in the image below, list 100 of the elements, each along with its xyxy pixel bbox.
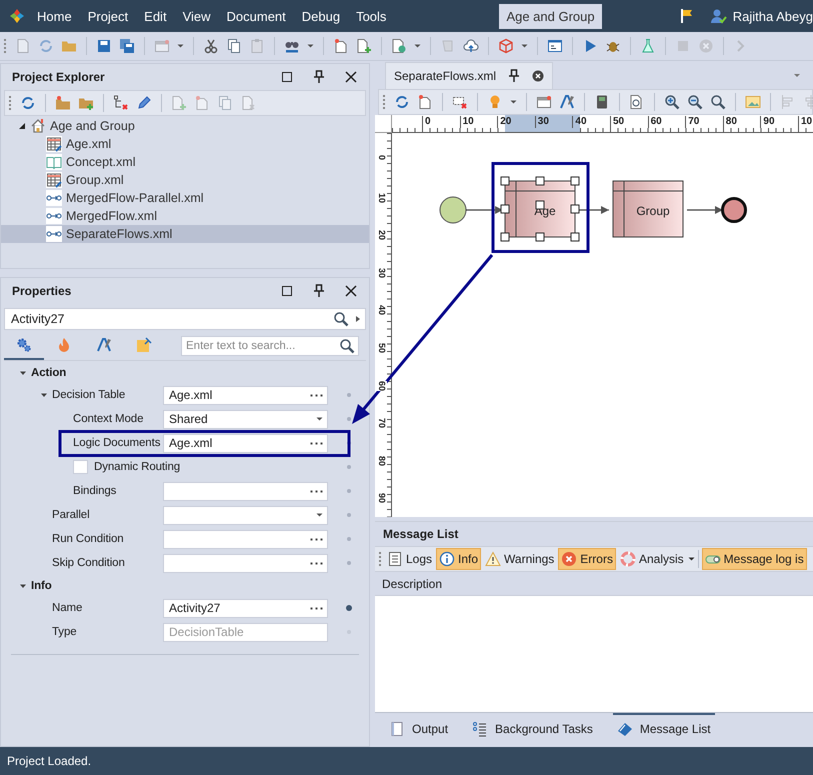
dropdown-caret-icon[interactable] xyxy=(177,44,184,48)
table-file-icon xyxy=(46,136,62,152)
ruler-label: 20 xyxy=(497,116,512,128)
dropdown[interactable]: Shared xyxy=(163,410,328,428)
zoom-in-icon[interactable] xyxy=(664,94,680,110)
save-all-icon[interactable] xyxy=(119,38,135,54)
cut-icon[interactable] xyxy=(203,38,219,54)
object-selector[interactable]: Activity27 xyxy=(4,308,366,330)
collapse-arrow-icon[interactable] xyxy=(40,391,48,399)
zoom-icon[interactable] xyxy=(710,94,726,110)
menu-item[interactable]: Document xyxy=(218,8,294,24)
tree-row[interactable]: Age.xml xyxy=(1,135,369,153)
value-field[interactable] xyxy=(163,554,328,572)
tree-row[interactable]: Group.xml xyxy=(1,171,369,189)
document-lines-icon xyxy=(387,551,403,567)
close-icon[interactable] xyxy=(343,283,359,299)
flag-icon[interactable] xyxy=(678,8,695,24)
column-header[interactable]: Description xyxy=(382,576,442,590)
menu-item[interactable]: Debug xyxy=(294,8,348,24)
property-label: Bindings xyxy=(73,485,116,497)
expand-arrow-icon[interactable] xyxy=(18,122,26,130)
tab-menu-caret-icon[interactable] xyxy=(793,72,801,80)
save-icon[interactable] xyxy=(96,38,112,54)
pin-icon[interactable] xyxy=(311,283,327,299)
zoom-out-icon[interactable] xyxy=(687,94,703,110)
user-icon[interactable] xyxy=(710,8,727,24)
panel-tab[interactable]: Background Tasks xyxy=(468,713,597,742)
dropdown-caret-icon[interactable] xyxy=(414,44,421,48)
tree-row[interactable]: SeparateFlows.xml xyxy=(1,225,369,243)
user-name[interactable]: Rajitha Abeyg xyxy=(732,8,813,24)
notebook-icon xyxy=(389,720,405,736)
ellipsis-icon xyxy=(310,606,323,610)
arrow-right-icon[interactable] xyxy=(355,315,361,323)
collapse-arrow-icon[interactable] xyxy=(19,582,27,590)
collapse-arrow-icon[interactable] xyxy=(19,368,27,376)
pencil-icon[interactable] xyxy=(136,95,152,111)
value-field[interactable]: Age.xml xyxy=(163,434,328,452)
book-icon[interactable] xyxy=(594,94,610,110)
tree-row[interactable]: MergedFlow.xml xyxy=(1,207,369,225)
add-document-icon[interactable] xyxy=(356,38,372,54)
layout-icon[interactable] xyxy=(536,94,552,110)
close-icon[interactable] xyxy=(343,69,359,85)
value-field[interactable]: Age.xml xyxy=(163,386,328,404)
search-icon xyxy=(339,338,355,354)
menu-item[interactable]: Tools xyxy=(348,8,394,24)
category-label: Info xyxy=(31,580,52,592)
menu-item[interactable]: Edit xyxy=(136,8,175,24)
panel-tab[interactable]: Message List xyxy=(612,713,715,742)
filter-button[interactable]: Logs xyxy=(384,548,436,570)
dropdown-caret-icon[interactable] xyxy=(307,44,314,48)
search-field[interactable]: Enter text to search... xyxy=(181,336,359,356)
value-field[interactable] xyxy=(163,530,328,548)
project-icon xyxy=(30,118,46,134)
checkbox[interactable] xyxy=(73,460,88,474)
panel-title: Message List xyxy=(383,527,458,541)
panel-tab[interactable]: Output xyxy=(385,713,452,742)
filter-button[interactable]: Info xyxy=(436,548,482,570)
menu-item[interactable]: View xyxy=(174,8,219,24)
copy-icon[interactable] xyxy=(226,38,242,54)
search-icon xyxy=(333,311,349,327)
dropdown-caret-icon[interactable] xyxy=(521,44,528,48)
flask-icon[interactable] xyxy=(640,38,656,54)
new-document-icon[interactable] xyxy=(417,94,433,110)
ruler-label: 60 xyxy=(648,116,662,128)
end-event[interactable] xyxy=(721,197,747,223)
document-tab[interactable]: SeparateFlows.xml xyxy=(385,62,554,89)
filter-button[interactable]: Errors xyxy=(558,548,616,570)
text-style-icon[interactable] xyxy=(559,94,575,110)
delete-selection-icon[interactable] xyxy=(452,94,468,110)
ruler-label: 80 xyxy=(722,116,737,128)
undo-icon[interactable] xyxy=(394,94,410,110)
dropdown-caret-icon[interactable] xyxy=(510,100,517,104)
new-document-icon[interactable] xyxy=(333,38,349,54)
cloud-upload-icon[interactable] xyxy=(463,38,479,54)
maximize-icon[interactable] xyxy=(279,69,295,85)
console-icon[interactable] xyxy=(547,38,563,54)
value-field[interactable]: Activity27 xyxy=(163,598,328,618)
open-book-icon xyxy=(46,154,62,170)
menu-item[interactable]: Home xyxy=(29,8,80,24)
value-field[interactable] xyxy=(163,482,328,500)
flame-icon xyxy=(56,337,72,353)
close-icon[interactable] xyxy=(532,70,544,82)
menu-item[interactable]: Project xyxy=(80,8,136,24)
tree-item[interactable]: Age and Group xyxy=(50,119,135,133)
delete-tree-icon[interactable] xyxy=(113,95,129,111)
tree-row[interactable]: Concept.xml xyxy=(1,153,369,171)
cube-icon[interactable] xyxy=(498,38,514,54)
filter-button[interactable]: Analysis xyxy=(616,548,687,570)
tree-row[interactable]: MergedFlow-Parallel.xml xyxy=(1,189,369,207)
filter-button[interactable]: Warnings xyxy=(482,548,558,570)
ellipsis-icon xyxy=(310,538,323,540)
filter-button[interactable]: Message log is xyxy=(702,548,807,570)
pin-icon[interactable] xyxy=(311,69,327,85)
start-event[interactable] xyxy=(440,196,466,224)
validate-document-icon[interactable] xyxy=(391,38,407,54)
new-folder-icon[interactable] xyxy=(55,95,71,111)
dropdown-caret-icon[interactable] xyxy=(688,557,695,561)
refresh-icon[interactable] xyxy=(20,95,36,111)
task-node[interactable]: Group xyxy=(612,180,684,238)
maximize-icon[interactable] xyxy=(279,283,295,299)
